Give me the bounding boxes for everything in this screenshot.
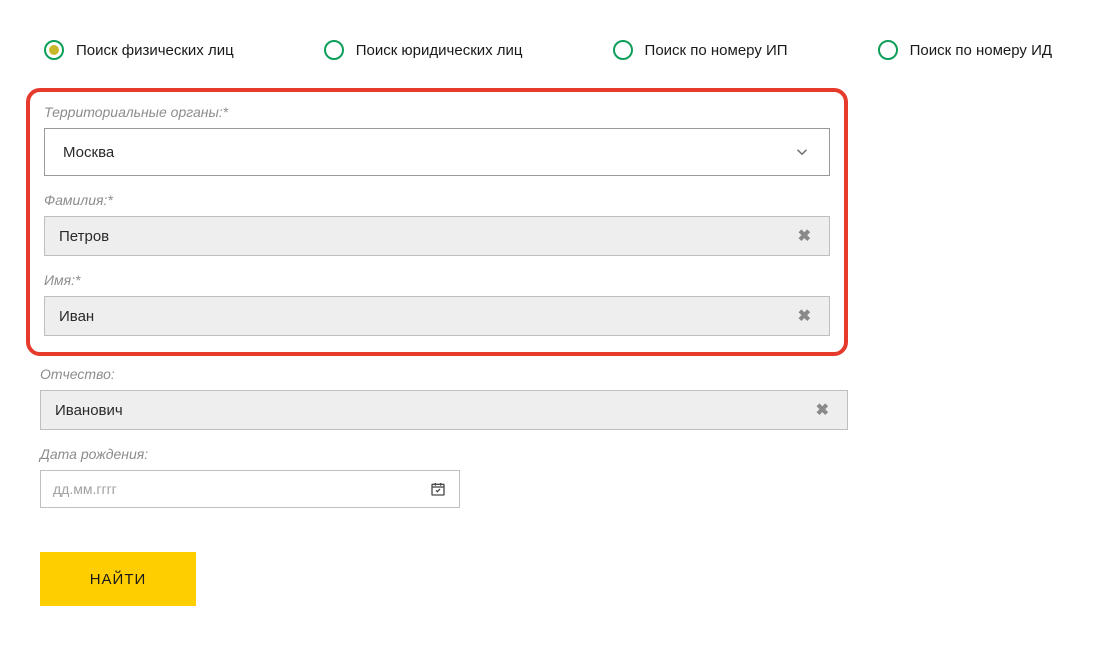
radio-ip-number[interactable]: Поиск по номеру ИП: [613, 40, 788, 60]
radio-legal[interactable]: Поиск юридических лиц: [324, 40, 523, 60]
close-icon[interactable]: ✖: [794, 226, 815, 246]
radio-dot-icon: [613, 40, 633, 60]
radio-id-number-label: Поиск по номеру ИД: [910, 42, 1052, 59]
region-select-value: Москва: [63, 144, 114, 161]
search-form: Территориальные органы:* Москва Фамилия:…: [40, 88, 848, 606]
close-icon[interactable]: ✖: [812, 400, 833, 420]
name-input[interactable]: Иван ✖: [44, 296, 830, 336]
field-name: Имя:* Иван ✖: [44, 272, 830, 336]
radio-individuals[interactable]: Поиск физических лиц: [44, 40, 234, 60]
calendar-icon[interactable]: [429, 480, 447, 498]
radio-dot-icon: [878, 40, 898, 60]
patronymic-input-value: Иванович: [55, 402, 123, 419]
label-name: Имя:*: [44, 272, 830, 288]
radio-legal-label: Поиск юридических лиц: [356, 42, 523, 59]
label-dob: Дата рождения:: [40, 446, 848, 462]
surname-input-value: Петров: [59, 228, 109, 245]
label-patronymic: Отчество:: [40, 366, 848, 382]
field-patronymic: Отчество: Иванович ✖: [40, 366, 848, 430]
dob-placeholder: дд.мм.гггг: [53, 481, 117, 497]
region-select[interactable]: Москва: [44, 128, 830, 176]
label-surname: Фамилия:*: [44, 192, 830, 208]
label-region: Территориальные органы:*: [44, 104, 830, 120]
radio-ip-number-label: Поиск по номеру ИП: [645, 42, 788, 59]
radio-id-number[interactable]: Поиск по номеру ИД: [878, 40, 1052, 60]
field-region: Территориальные органы:* Москва: [44, 104, 830, 176]
radio-dot-selected-icon: [44, 40, 64, 60]
name-input-value: Иван: [59, 308, 94, 325]
dob-input[interactable]: дд.мм.гггг: [40, 470, 460, 508]
radio-dot-icon: [324, 40, 344, 60]
field-surname: Фамилия:* Петров ✖: [44, 192, 830, 256]
radio-individuals-label: Поиск физических лиц: [76, 42, 234, 59]
required-fields-highlight: Территориальные органы:* Москва Фамилия:…: [26, 88, 848, 356]
search-button[interactable]: НАЙТИ: [40, 552, 196, 606]
search-type-radios: Поиск физических лиц Поиск юридических л…: [44, 40, 1064, 60]
chevron-down-icon: [793, 143, 811, 161]
patronymic-input[interactable]: Иванович ✖: [40, 390, 848, 430]
close-icon[interactable]: ✖: [794, 306, 815, 326]
surname-input[interactable]: Петров ✖: [44, 216, 830, 256]
field-dob: Дата рождения: дд.мм.гггг: [40, 446, 848, 508]
